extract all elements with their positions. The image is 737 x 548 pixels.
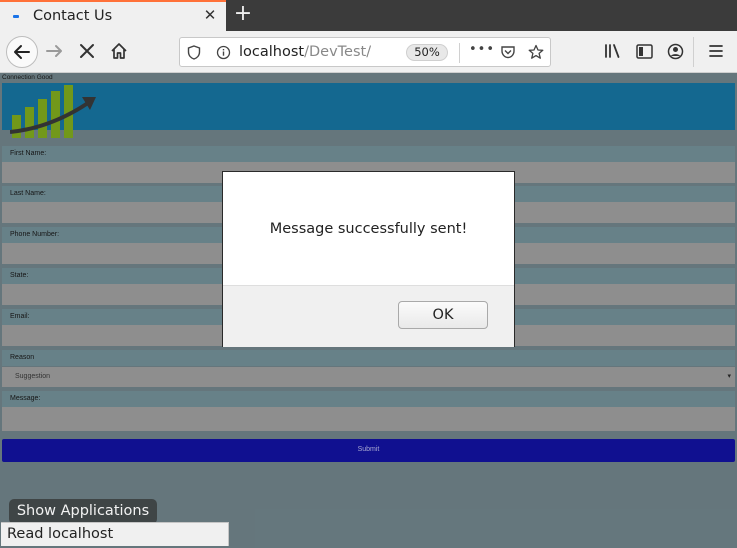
tab-strip: Contact Us ✕ + [0, 0, 737, 31]
tab-favicon-icon [13, 15, 19, 18]
tracking-protection-icon[interactable] [187, 45, 201, 64]
toolbar-separator [693, 37, 694, 67]
forward-button[interactable] [42, 38, 68, 64]
tab-close-icon[interactable]: ✕ [202, 7, 218, 23]
bookmark-star-icon[interactable] [528, 44, 544, 64]
site-info-icon[interactable] [216, 45, 231, 64]
sidebar-icon[interactable] [631, 38, 657, 64]
pocket-icon[interactable] [500, 44, 516, 64]
account-icon[interactable] [662, 38, 688, 64]
dialog-footer: OK [223, 285, 514, 347]
forward-arrow-icon [46, 45, 62, 57]
hamburger-menu-icon[interactable] [703, 38, 729, 64]
back-button[interactable] [6, 36, 38, 68]
tab-contact-us[interactable]: Contact Us ✕ [0, 0, 226, 31]
show-applications-tooltip: Show Applications [9, 499, 157, 524]
url-separator [459, 43, 460, 63]
home-button[interactable] [106, 38, 132, 64]
stop-button[interactable] [74, 38, 100, 64]
url-text[interactable]: localhost/DevTest/c [239, 44, 371, 60]
new-tab-icon[interactable]: + [232, 2, 254, 26]
library-icon[interactable] [600, 38, 626, 64]
browser-status-bar: Read localhost [1, 522, 229, 546]
home-icon [111, 43, 127, 59]
alert-dialog: Message successfully sent! OK [222, 171, 515, 347]
back-arrow-icon [14, 45, 30, 59]
url-path: /DevTest/c [304, 44, 371, 60]
stop-icon [80, 44, 94, 58]
more-actions-icon[interactable]: ••• [469, 42, 495, 57]
url-bar[interactable]: localhost/DevTest/c 50% ••• [179, 37, 551, 67]
url-host: localhost [239, 44, 305, 60]
tab-title: Contact Us [33, 8, 113, 24]
ok-button[interactable]: OK [398, 301, 488, 329]
status-text: Read localhost [7, 526, 114, 542]
navigation-toolbar: localhost/DevTest/c 50% ••• [0, 31, 737, 73]
dialog-message: Message successfully sent! [269, 221, 468, 237]
zoom-level-badge[interactable]: 50% [406, 44, 448, 61]
